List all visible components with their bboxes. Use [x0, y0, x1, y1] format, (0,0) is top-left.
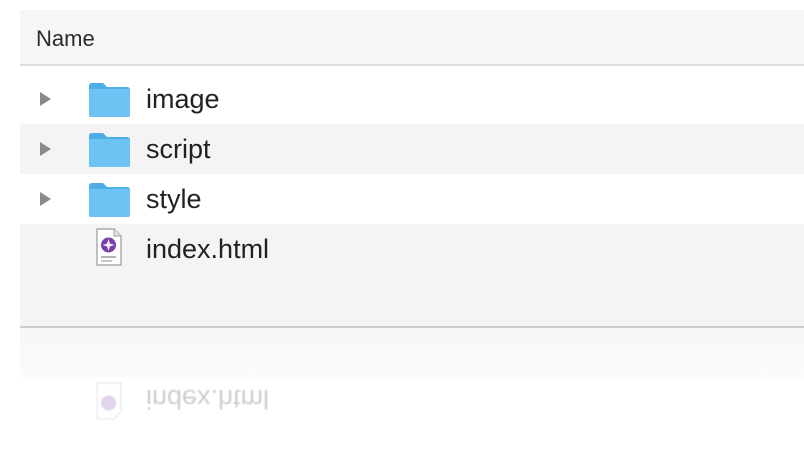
disclosure-triangle-icon[interactable] [40, 142, 51, 156]
file-list: image script style index.html [20, 74, 804, 326]
list-footer-band [20, 328, 804, 378]
reflected-item-index-html: index.html [20, 374, 804, 424]
folder-icon [89, 183, 130, 217]
column-header[interactable]: Name [20, 10, 804, 66]
disclosure-triangle-icon[interactable] [40, 92, 51, 106]
list-item-image[interactable]: image [20, 74, 804, 124]
reflection: index.html [20, 372, 804, 460]
folder-icon [89, 83, 130, 117]
empty-row [20, 274, 804, 326]
html-file-icon [96, 382, 122, 420]
item-name: index.html [146, 234, 270, 264]
name-column-header[interactable]: Name [36, 26, 95, 52]
list-item-script[interactable]: script [20, 124, 804, 174]
reflected-item-name: index.html [146, 384, 270, 414]
folder-icon [89, 133, 130, 167]
list-item-index-html[interactable]: index.html [20, 224, 804, 274]
item-name: style [146, 184, 202, 214]
item-name: script [146, 134, 211, 164]
disclosure-triangle-icon[interactable] [40, 192, 51, 206]
html-file-icon [96, 228, 122, 266]
finder-list-view: Name image script style index.html index… [0, 0, 804, 460]
list-item-style[interactable]: style [20, 174, 804, 224]
item-name: image [146, 84, 220, 114]
